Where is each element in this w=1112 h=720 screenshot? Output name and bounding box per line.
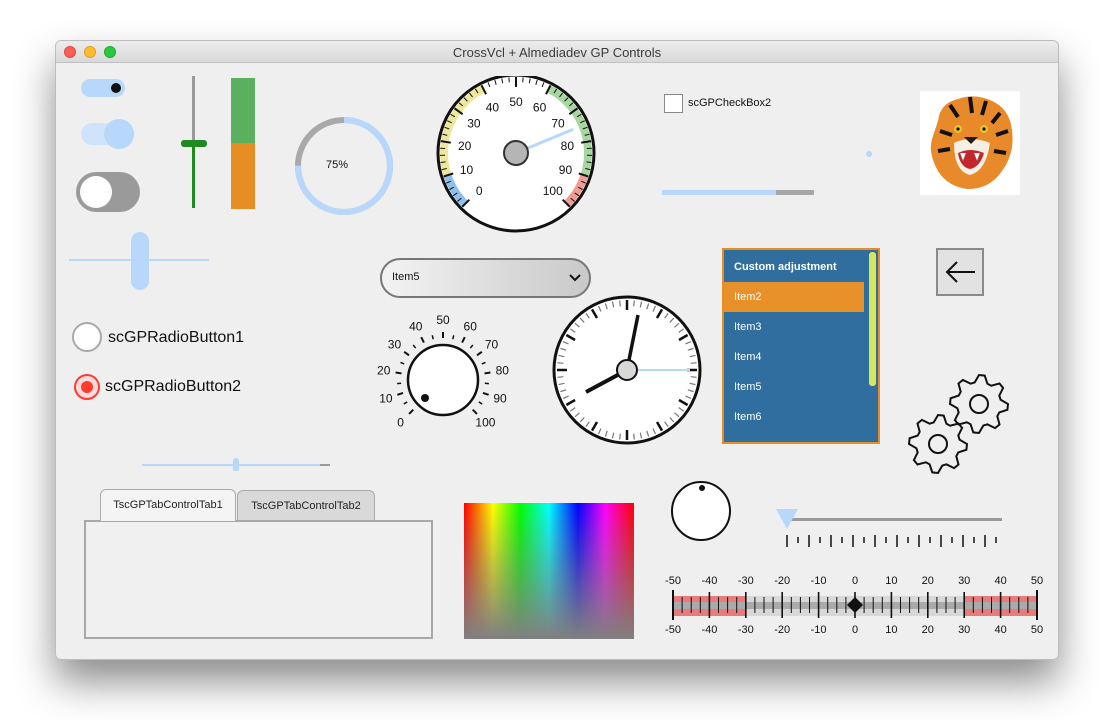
- radio-button-2-label: scGPRadioButton2: [105, 378, 242, 395]
- dial-tick-label: 20: [377, 364, 391, 378]
- gauge-tick-label: 0: [476, 184, 483, 198]
- speedometer-gauge: 010 20 30 40 50 60 70 80 90 100: [436, 76, 596, 233]
- thin-horizontal-slider[interactable]: [142, 457, 332, 471]
- list-item[interactable]: Item2: [724, 282, 864, 312]
- dial-tick-label: 80: [496, 364, 510, 378]
- scale-label-top: 20: [922, 575, 934, 587]
- scale-label-bottom: 0: [852, 624, 858, 636]
- scale-label-bottom: -20: [774, 624, 790, 636]
- color-picker[interactable]: [464, 503, 634, 639]
- list-item[interactable]: Item5: [724, 372, 864, 402]
- vertical-progress-meter: [231, 78, 255, 209]
- trackbar-slider[interactable]: [774, 507, 1006, 549]
- gauge-tick-label: 80: [561, 139, 575, 153]
- dial-tick-label: 100: [475, 415, 495, 429]
- scale-label-top: -10: [811, 575, 827, 587]
- scale-label-top: 40: [994, 575, 1006, 587]
- list-item[interactable]: Item6: [724, 402, 864, 432]
- small-knob[interactable]: [669, 479, 733, 543]
- vertical-slider[interactable]: [178, 73, 214, 213]
- toggle-switch-2[interactable]: [81, 119, 134, 149]
- dial-tick-label: 70: [485, 338, 499, 352]
- tab-1[interactable]: TscGPTabControlTab1: [100, 489, 236, 521]
- progress-ring-label: 75%: [326, 159, 349, 171]
- horizontal-slider-large[interactable]: [69, 230, 211, 292]
- scale-label-bottom: -50: [665, 624, 681, 636]
- indicator-dot: [866, 151, 872, 157]
- scale-label-top: 30: [958, 575, 970, 587]
- scale-label-bottom: 30: [958, 624, 970, 636]
- back-button[interactable]: [936, 248, 984, 296]
- radio-button-1-label: scGPRadioButton1: [108, 329, 245, 346]
- toggle-switches: [76, 79, 140, 212]
- list-item[interactable]: Item4: [724, 342, 864, 372]
- tab-2[interactable]: TscGPTabControlTab2: [237, 490, 375, 520]
- dial-tick-label: 60: [464, 320, 478, 334]
- dial-tick-label: 40: [409, 320, 423, 334]
- gauge-tick-label: 20: [458, 139, 472, 153]
- gauge-tick-label: 10: [460, 163, 474, 177]
- combobox[interactable]: Item5: [380, 258, 591, 298]
- knob-dial[interactable]: 0 10 20 30 40 50 60 70 80 90 100: [372, 303, 518, 443]
- window-title: CrossVcl + Almediadev GP Controls: [452, 45, 662, 60]
- gauge-tick-label: 40: [486, 101, 500, 115]
- list-item[interactable]: Item3: [724, 312, 864, 342]
- scale-label-bottom: 40: [994, 624, 1006, 636]
- tab-panel: [84, 520, 433, 639]
- analog-clock: [552, 295, 702, 445]
- scale-label-bottom: -10: [811, 624, 827, 636]
- tiger-image: [920, 91, 1020, 195]
- toggle-switch-3[interactable]: [76, 172, 140, 212]
- scale-label-bottom: 10: [885, 624, 897, 636]
- dial-tick-label: 90: [493, 392, 507, 406]
- scale-label-top: 50: [1031, 575, 1043, 587]
- dial-tick-label: 0: [397, 415, 404, 429]
- list-item[interactable]: Custom adjustment: [724, 252, 864, 282]
- gauge-tick-label: 100: [543, 184, 563, 198]
- listbox[interactable]: Custom adjustment Item2 Item3 Item4 Item…: [722, 248, 880, 444]
- dial-tick-label: 10: [379, 392, 393, 406]
- checkbox-label: scGPCheckBox2: [688, 97, 772, 109]
- arrow-left-icon: [945, 261, 975, 283]
- scale-label-top: -20: [774, 575, 790, 587]
- scale-label-bottom: 50: [1031, 624, 1043, 636]
- gauge-tick-label: 30: [467, 116, 481, 130]
- scale-label-top: 0: [852, 575, 858, 587]
- app-window: CrossVcl + Almediadev GP Controls 75% 0 …: [55, 40, 1059, 660]
- scale-label-top: 10: [885, 575, 897, 587]
- title-bar: CrossVcl + Almediadev GP Controls: [56, 41, 1058, 63]
- horizontal-progress-slider[interactable]: [662, 189, 816, 197]
- scale-label-top: -50: [665, 575, 681, 587]
- scale-label-bottom: -30: [738, 624, 754, 636]
- dial-tick-label: 50: [436, 313, 450, 327]
- toggle-switch-1[interactable]: [81, 79, 125, 97]
- gauge-tick-label: 50: [509, 95, 523, 109]
- scale-label-top: -30: [738, 575, 754, 587]
- dial-tick-label: 30: [388, 338, 402, 352]
- radio-button-2-circle[interactable]: [73, 373, 103, 403]
- linear-scale: -50 -40 -30 -20 -10 0 10 20 30 40 50 -50 -40 -30 -20 -…: [665, 575, 1043, 636]
- combobox-value: Item5: [392, 271, 420, 283]
- checkbox-box[interactable]: [664, 94, 683, 113]
- scale-label-bottom: -40: [701, 624, 717, 636]
- scale-label-top: -40: [701, 575, 717, 587]
- gauge-tick-label: 60: [533, 101, 547, 115]
- gauge-tick-label: 90: [559, 163, 573, 177]
- radio-button-1-circle[interactable]: [71, 321, 105, 355]
- gauge-tick-label: 70: [551, 116, 565, 130]
- listbox-scrollbar[interactable]: [869, 252, 876, 386]
- gears-icon: [907, 373, 1010, 475]
- scale-label-bottom: 20: [922, 624, 934, 636]
- chevron-down-icon: [569, 274, 581, 282]
